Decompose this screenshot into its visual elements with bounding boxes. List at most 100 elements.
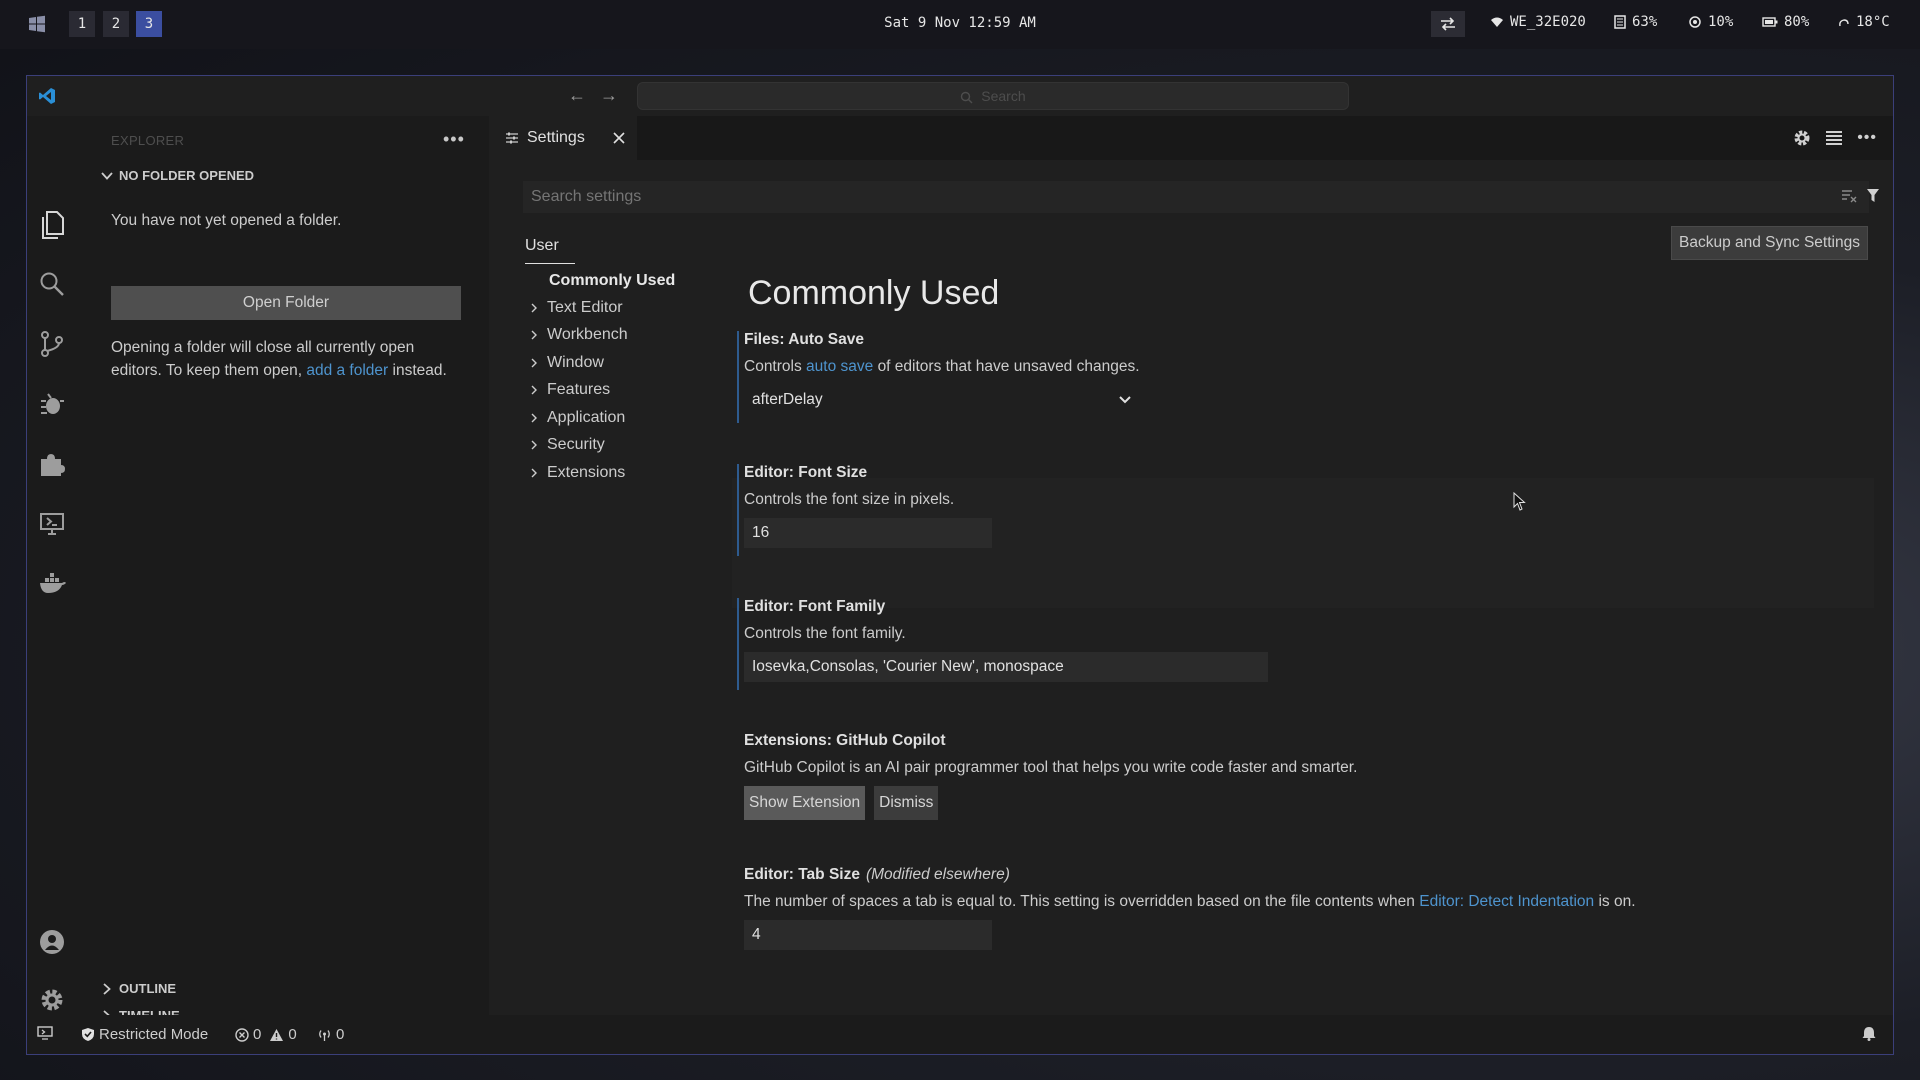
toc-item-extensions[interactable]: Extensions [529, 464, 625, 482]
chevron-down-icon [101, 170, 113, 182]
explorer-files-icon[interactable] [39, 210, 65, 240]
workspace-2-button[interactable]: 2 [103, 11, 129, 37]
shield-icon [81, 1027, 95, 1042]
workspace-1-button[interactable]: 1 [69, 11, 95, 37]
split-editor-icon[interactable] [1825, 130, 1843, 146]
command-center-search[interactable]: Search [637, 82, 1349, 110]
memory-icon [1688, 15, 1702, 29]
chevron-down-icon [1118, 385, 1132, 415]
more-actions-icon[interactable]: ••• [1857, 129, 1877, 147]
remote-explorer-icon[interactable] [39, 511, 65, 537]
backup-sync-button[interactable]: Backup and Sync Settings [1671, 226, 1868, 260]
setting-editor-font-family: Editor: Font Family Controls the font fa… [737, 598, 1874, 690]
wifi-status[interactable]: WE_32E020 [1490, 14, 1586, 30]
settings-search-input[interactable] [523, 181, 1869, 213]
problems-indicator[interactable]: 0 0 [235, 1026, 297, 1043]
no-folder-section-header[interactable]: NO FOLDER OPENED [101, 168, 254, 183]
close-icon[interactable] [613, 132, 625, 144]
modified-indicator [737, 464, 739, 556]
cpu-value: 63% [1632, 14, 1658, 30]
chevron-right-icon [529, 303, 539, 313]
setting-title: Editor: Font Family [744, 598, 886, 615]
cpu-icon [1614, 15, 1626, 29]
filter-funnel-icon[interactable] [1866, 188, 1880, 204]
toc-item-text-editor[interactable]: Text Editor [529, 299, 623, 317]
chevron-right-icon [529, 358, 539, 368]
account-icon[interactable] [39, 929, 65, 955]
battery-status: 80% [1762, 14, 1809, 30]
auto-save-value: afterDelay [752, 391, 823, 408]
command-search-placeholder: Search [981, 88, 1026, 104]
setting-title: Editor: Font Size [744, 464, 868, 481]
activity-bar [27, 116, 75, 1015]
error-icon [235, 1027, 249, 1042]
wifi-name: WE_32E020 [1510, 14, 1586, 30]
section-title: NO FOLDER OPENED [119, 168, 255, 183]
toc-item-security[interactable]: Security [529, 436, 605, 454]
toc-item-window[interactable]: Window [529, 354, 604, 372]
setting-description: Controls auto save of editors that have … [744, 358, 1140, 375]
restricted-mode-indicator[interactable]: Restricted Mode [81, 1026, 208, 1043]
setting-editor-tab-size: Editor: Tab Size (Modified elsewhere) The… [744, 866, 1874, 950]
docker-icon[interactable] [39, 571, 66, 597]
extensions-icon[interactable] [39, 451, 65, 477]
temperature-value: 18°C [1856, 14, 1890, 30]
toc-item-features[interactable]: Features [529, 381, 610, 399]
no-folder-text: You have not yet opened a folder. [111, 212, 342, 229]
explorer-title: EXPLORER [111, 133, 185, 148]
settings-section-heading: Commonly Used [748, 274, 1000, 312]
weather-icon [1838, 16, 1850, 28]
auto-save-link[interactable]: auto save [806, 358, 873, 375]
setting-description: GitHub Copilot is an AI pair programmer … [744, 759, 1358, 776]
search-icon[interactable] [39, 271, 65, 297]
font-family-input[interactable]: Iosevka,Consolas, 'Courier New', monospa… [744, 652, 1268, 682]
manage-gear-icon[interactable] [39, 987, 65, 1013]
workspace-3-button[interactable]: 3 [136, 11, 162, 37]
weather-status: 18°C [1838, 14, 1890, 30]
clear-filter-icon[interactable] [1841, 189, 1857, 203]
dismiss-button[interactable]: Dismiss [874, 786, 939, 820]
remote-indicator-icon[interactable] [37, 1026, 53, 1040]
toc-item-application[interactable]: Application [529, 409, 625, 427]
explorer-sidebar: EXPLORER ••• NO FOLDER OPENED You have n… [75, 116, 489, 1023]
run-debug-icon[interactable] [39, 391, 65, 417]
setting-description: Controls the font size in pixels. [744, 491, 955, 508]
chevron-right-icon [529, 330, 539, 340]
ports-indicator[interactable]: 0 [317, 1026, 344, 1043]
search-icon [960, 91, 973, 104]
vscode-window: ← → Search EXPLORER ••• NO FOLDER OPENED… [26, 75, 1894, 1055]
warnings-count: 0 [288, 1026, 297, 1043]
detect-indentation-link[interactable]: Editor: Detect Indentation [1419, 893, 1594, 910]
toc-item-commonly-used[interactable]: Commonly Used [549, 272, 675, 290]
back-arrow-icon[interactable]: ← [568, 85, 586, 106]
open-settings-json-gear-icon[interactable] [1793, 129, 1811, 147]
setting-description: Controls the font family. [744, 625, 906, 642]
swap-icon[interactable] [1431, 11, 1465, 37]
setting-title: Editor: Tab Size (Modified elsewhere) [744, 866, 1010, 883]
battery-value: 80% [1784, 14, 1810, 30]
windows-logo-icon[interactable] [28, 15, 46, 33]
radio-tower-icon [317, 1028, 332, 1042]
copilot-actions: Show Extension Dismiss [744, 786, 1874, 820]
toc-item-workbench[interactable]: Workbench [529, 326, 628, 344]
add-folder-link[interactable]: add a folder [306, 362, 388, 379]
tab-size-input[interactable]: 4 [744, 920, 992, 950]
editor-actions: ••• [1793, 129, 1877, 147]
modified-indicator [737, 598, 739, 690]
font-size-input[interactable]: 16 [744, 518, 992, 548]
auto-save-dropdown[interactable]: afterDelay [744, 385, 1140, 415]
errors-count: 0 [253, 1026, 262, 1043]
source-control-icon[interactable] [39, 331, 65, 357]
open-folder-button[interactable]: Open Folder [111, 286, 461, 320]
more-actions-icon[interactable]: ••• [443, 129, 465, 150]
setting-editor-font-size: Editor: Font Size Controls the font size… [737, 464, 1874, 556]
tab-settings[interactable]: Settings [489, 116, 637, 160]
setting-description: The number of spaces a tab is equal to. … [744, 893, 1636, 910]
modified-elsewhere-note[interactable]: (Modified elsewhere) [866, 866, 1010, 883]
tab-user-scope[interactable]: User [525, 237, 575, 264]
notifications-bell-icon[interactable] [1862, 1026, 1876, 1041]
forward-arrow-icon[interactable]: → [600, 85, 618, 106]
outline-section-header[interactable]: OUTLINE [101, 981, 176, 996]
show-extension-button[interactable]: Show Extension [744, 786, 866, 820]
mouse-cursor-icon [1513, 492, 1527, 512]
